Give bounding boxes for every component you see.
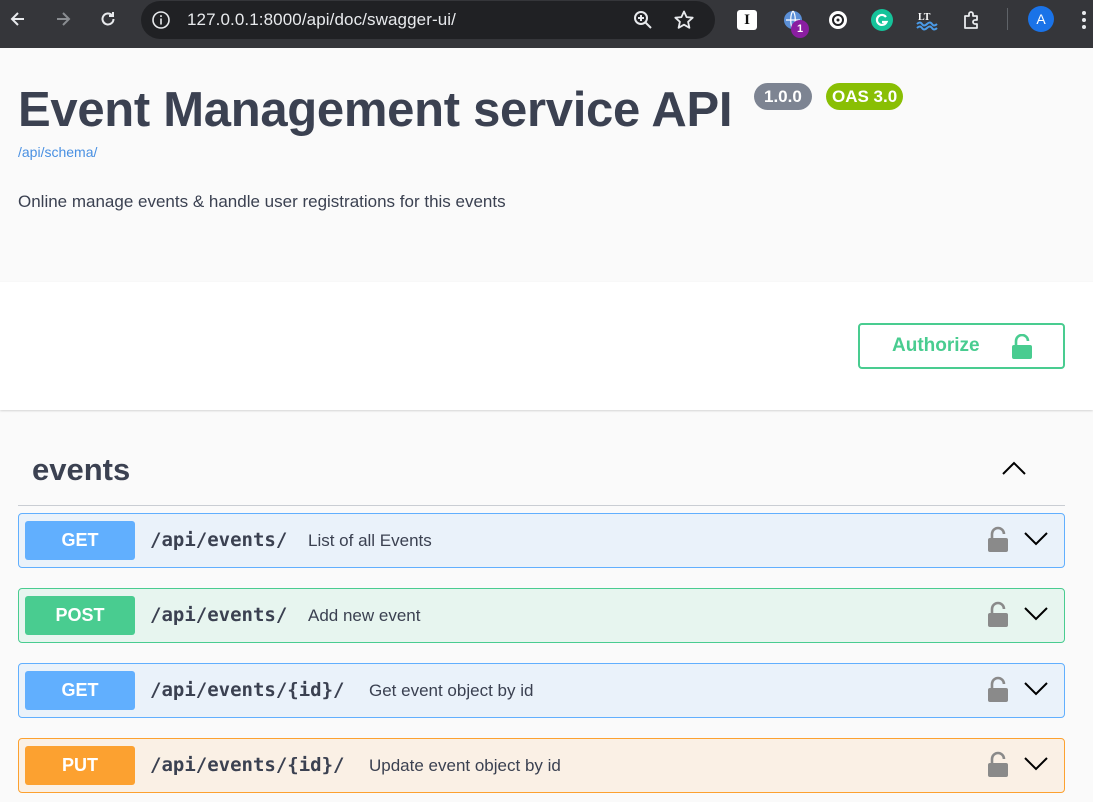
chevron-down-icon[interactable] (1022, 528, 1050, 553)
lock-icon[interactable] (987, 525, 1009, 558)
zoom-icon[interactable] (632, 9, 654, 36)
toolbar-divider (1007, 8, 1008, 30)
operation-summary: Get event object by id (369, 681, 534, 700)
extensions-puzzle-icon[interactable] (960, 8, 984, 32)
operation-summary: Update event object by id (369, 756, 561, 775)
chevron-up-icon[interactable] (1000, 458, 1028, 483)
operation-summary: List of all Events (308, 531, 432, 550)
chevron-down-icon[interactable] (1022, 603, 1050, 628)
method-badge: POST (25, 596, 135, 635)
chatgpt-extension-icon[interactable] (826, 8, 850, 32)
site-info-icon[interactable] (151, 10, 171, 30)
api-info: Event Management service API 1.0.0 OAS 3… (0, 48, 1093, 282)
operation-get-events[interactable]: GET /api/events/ List of all Events (18, 513, 1065, 568)
method-badge: PUT (25, 746, 135, 785)
lock-icon[interactable] (987, 750, 1009, 783)
operation-path: /api/events/ (150, 604, 288, 626)
operation-put-event-by-id[interactable]: PUT /api/events/{id}/ Update event objec… (18, 738, 1065, 793)
extension-badge: 1 (791, 20, 809, 38)
address-bar[interactable]: 127.0.0.1:8000/api/doc/swagger-ui/ (141, 1, 715, 39)
authorize-label: Authorize (892, 335, 980, 356)
lock-icon[interactable] (987, 600, 1009, 633)
api-title: Event Management service API (18, 83, 733, 137)
method-badge: GET (25, 521, 135, 560)
lock-icon[interactable] (987, 675, 1009, 708)
authorize-button[interactable]: Authorize (858, 323, 1065, 369)
operation-post-events[interactable]: POST /api/events/ Add new event (18, 588, 1065, 643)
svg-text:LT: LT (918, 12, 931, 23)
reload-icon[interactable] (95, 6, 121, 32)
chevron-down-icon[interactable] (1022, 753, 1050, 778)
method-badge: GET (25, 671, 135, 710)
operation-path: /api/events/{id}/ (150, 679, 345, 701)
tag-name: events (32, 452, 131, 487)
tag-section-header[interactable]: events (18, 432, 1065, 506)
operation-summary: Add new event (308, 606, 421, 625)
browser-menu-icon[interactable] (1077, 7, 1091, 33)
operation-path: /api/events/{id}/ (150, 754, 345, 776)
oas-badge: OAS 3.0 (826, 83, 904, 110)
operation-get-event-by-id[interactable]: GET /api/events/{id}/ Get event object b… (18, 663, 1065, 718)
api-description: Online manage events & handle user regis… (18, 192, 506, 211)
url-text[interactable]: 127.0.0.1:8000/api/doc/swagger-ui/ (187, 10, 456, 30)
grammarly-extension-icon[interactable] (870, 8, 894, 32)
back-icon[interactable] (5, 6, 31, 32)
profile-avatar[interactable]: A (1028, 6, 1054, 32)
chevron-down-icon[interactable] (1022, 678, 1050, 703)
version-badge: 1.0.0 (754, 83, 812, 110)
unlocked-icon (1010, 333, 1034, 366)
languagetool-extension-icon[interactable]: LT (915, 8, 939, 32)
bookmark-star-icon[interactable] (673, 9, 695, 36)
schema-link[interactable]: /api/schema/ (18, 144, 97, 160)
forward-icon[interactable] (50, 6, 76, 32)
operation-path: /api/events/ (150, 529, 288, 551)
browser-toolbar: 127.0.0.1:8000/api/doc/swagger-ui/ I 1 L… (0, 0, 1093, 48)
scheme-container: Authorize (0, 282, 1093, 410)
instapaper-extension-icon[interactable]: I (737, 10, 757, 30)
